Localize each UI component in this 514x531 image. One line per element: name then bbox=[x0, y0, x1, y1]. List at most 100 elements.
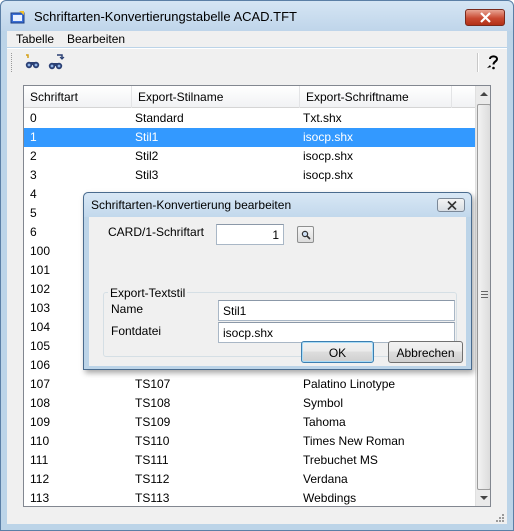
table-row[interactable]: 0 Standard Txt.shx bbox=[24, 109, 475, 128]
table-cell-style: Stil1 bbox=[135, 130, 159, 144]
find-next-button[interactable] bbox=[47, 53, 67, 73]
table-cell-file: Symbol bbox=[303, 396, 344, 410]
table-cell-font: 102 bbox=[30, 282, 51, 296]
scroll-up-button[interactable] bbox=[476, 86, 490, 103]
table-row[interactable]: 1 Stil1 isocp.shx bbox=[24, 128, 475, 147]
table-cell-font: 101 bbox=[30, 263, 51, 277]
table-row[interactable]: 3 Stil3 isocp.shx bbox=[24, 166, 475, 185]
name-label: Name bbox=[111, 302, 144, 316]
table-cell-font: 0 bbox=[30, 111, 37, 125]
table-cell-font: 113 bbox=[30, 491, 50, 505]
table-cell-file: Verdana bbox=[303, 472, 348, 486]
table-cell-style: TS107 bbox=[135, 377, 171, 391]
edit-conversion-dialog: Schriftarten-Konvertierung bearbeiten CA… bbox=[83, 192, 472, 370]
dialog-body: CARD/1-Schriftart 1 Export-Textstil Name… bbox=[89, 217, 466, 366]
table-cell-font: 105 bbox=[30, 339, 51, 353]
table-cell-file: Tahoma bbox=[303, 415, 346, 429]
table-cell-font: 5 bbox=[30, 206, 37, 220]
toolbar-grip[interactable] bbox=[11, 53, 14, 72]
table-row[interactable]: 111 TS111 Trebuchet MS bbox=[24, 451, 475, 470]
table-cell-style: TS112 bbox=[135, 472, 170, 486]
search-icon bbox=[301, 230, 311, 240]
find-next-icon bbox=[48, 54, 65, 70]
vertical-scrollbar[interactable] bbox=[475, 86, 490, 506]
menu-tabelle[interactable]: Tabelle bbox=[16, 32, 54, 46]
table-cell-font: 107 bbox=[30, 377, 51, 391]
table-header: Schriftart Export-Stilname Export-Schrif… bbox=[24, 86, 475, 108]
table-cell-font: 3 bbox=[30, 168, 37, 182]
table-cell-style: TS110 bbox=[135, 434, 170, 448]
table-row[interactable]: 113 TS113 Webdings bbox=[24, 489, 475, 506]
chevron-up-icon bbox=[480, 92, 488, 96]
table-cell-font: 108 bbox=[30, 396, 51, 410]
table-cell-style: Standard bbox=[135, 111, 184, 125]
table-cell-font: 109 bbox=[30, 415, 51, 429]
window-title: Schriftarten-Konvertierungstabelle ACAD.… bbox=[34, 9, 297, 24]
table-cell-file: Webdings bbox=[303, 491, 357, 505]
app-icon bbox=[10, 11, 25, 24]
table-cell-font: 110 bbox=[30, 434, 50, 448]
chevron-down-icon bbox=[480, 496, 488, 500]
card-font-pick-button[interactable] bbox=[297, 226, 314, 243]
ok-button[interactable]: OK bbox=[301, 341, 374, 363]
table-row[interactable]: 108 TS108 Symbol bbox=[24, 394, 475, 413]
help-icon bbox=[487, 55, 499, 70]
table-cell-style: Stil2 bbox=[135, 149, 159, 163]
card-font-input[interactable]: 1 bbox=[216, 224, 284, 245]
column-header-schriftart[interactable]: Schriftart bbox=[24, 86, 132, 108]
title-bar[interactable]: Schriftarten-Konvertierungstabelle ACAD.… bbox=[1, 1, 513, 31]
table-cell-font: 103 bbox=[30, 301, 51, 315]
scroll-down-button[interactable] bbox=[476, 489, 490, 506]
close-icon bbox=[480, 12, 491, 23]
menu-bearbeiten[interactable]: Bearbeiten bbox=[67, 32, 125, 46]
size-grip[interactable] bbox=[495, 512, 505, 522]
table-cell-file: Txt.shx bbox=[303, 111, 342, 125]
export-textstil-group-label: Export-Textstil bbox=[108, 286, 188, 300]
table-cell-font: 100 bbox=[30, 244, 51, 258]
menu-bar: Tabelle Bearbeiten bbox=[7, 31, 507, 47]
column-header-export-stilname[interactable]: Export-Stilname bbox=[132, 86, 300, 108]
table-cell-file: Times New Roman bbox=[303, 434, 405, 448]
table-cell-font: 106 bbox=[30, 358, 51, 372]
table-cell-font: 104 bbox=[30, 320, 51, 334]
table-cell-font: 111 bbox=[30, 453, 49, 467]
dialog-title-bar[interactable]: Schriftarten-Konvertierung bearbeiten bbox=[84, 193, 471, 217]
table-cell-style: TS113 bbox=[135, 491, 170, 505]
column-header-export-schriftname[interactable]: Export-Schriftname bbox=[300, 86, 452, 108]
table-cell-font: 6 bbox=[30, 225, 37, 239]
toolbar bbox=[7, 48, 507, 76]
table-cell-font: 2 bbox=[30, 149, 37, 163]
table-cell-style: TS111 bbox=[135, 453, 169, 467]
table-row[interactable]: 110 TS110 Times New Roman bbox=[24, 432, 475, 451]
card-font-label: CARD/1-Schriftart bbox=[108, 225, 205, 239]
table-cell-file: isocp.shx bbox=[303, 149, 354, 163]
table-cell-font: 4 bbox=[30, 187, 37, 201]
size-grip-icon bbox=[496, 514, 504, 522]
table-cell-file: Trebuchet MS bbox=[303, 453, 378, 467]
table-cell-style: Stil3 bbox=[135, 168, 159, 182]
table-cell-file: Palatino Linotype bbox=[303, 377, 396, 391]
table-cell-font: 112 bbox=[30, 472, 50, 486]
scroll-thumb[interactable] bbox=[477, 104, 490, 490]
table-row[interactable]: 107 TS107 Palatino Linotype bbox=[24, 375, 475, 394]
fontfile-label: Fontdatei bbox=[111, 324, 162, 338]
table-cell-file: isocp.shx bbox=[303, 168, 354, 182]
close-button[interactable] bbox=[465, 9, 505, 26]
dialog-title: Schriftarten-Konvertierung bearbeiten bbox=[91, 198, 292, 212]
cancel-button[interactable]: Abbrechen bbox=[388, 341, 463, 363]
table-row[interactable]: 109 TS109 Tahoma bbox=[24, 413, 475, 432]
find-button[interactable] bbox=[23, 53, 43, 73]
table-cell-style: TS109 bbox=[135, 415, 171, 429]
table-cell-file: isocp.shx bbox=[303, 130, 354, 144]
dialog-close-button[interactable] bbox=[437, 198, 465, 212]
fontfile-input[interactable]: isocp.shx bbox=[218, 322, 455, 343]
table-cell-font: 1 bbox=[30, 130, 37, 144]
name-input[interactable]: Stil1 bbox=[218, 300, 455, 321]
toolbar-separator bbox=[477, 53, 479, 72]
close-icon bbox=[447, 201, 457, 210]
help-button[interactable] bbox=[483, 53, 503, 73]
table-row[interactable]: 112 TS112 Verdana bbox=[24, 470, 475, 489]
find-icon bbox=[25, 54, 40, 69]
table-cell-style: TS108 bbox=[135, 396, 171, 410]
table-row[interactable]: 2 Stil2 isocp.shx bbox=[24, 147, 475, 166]
